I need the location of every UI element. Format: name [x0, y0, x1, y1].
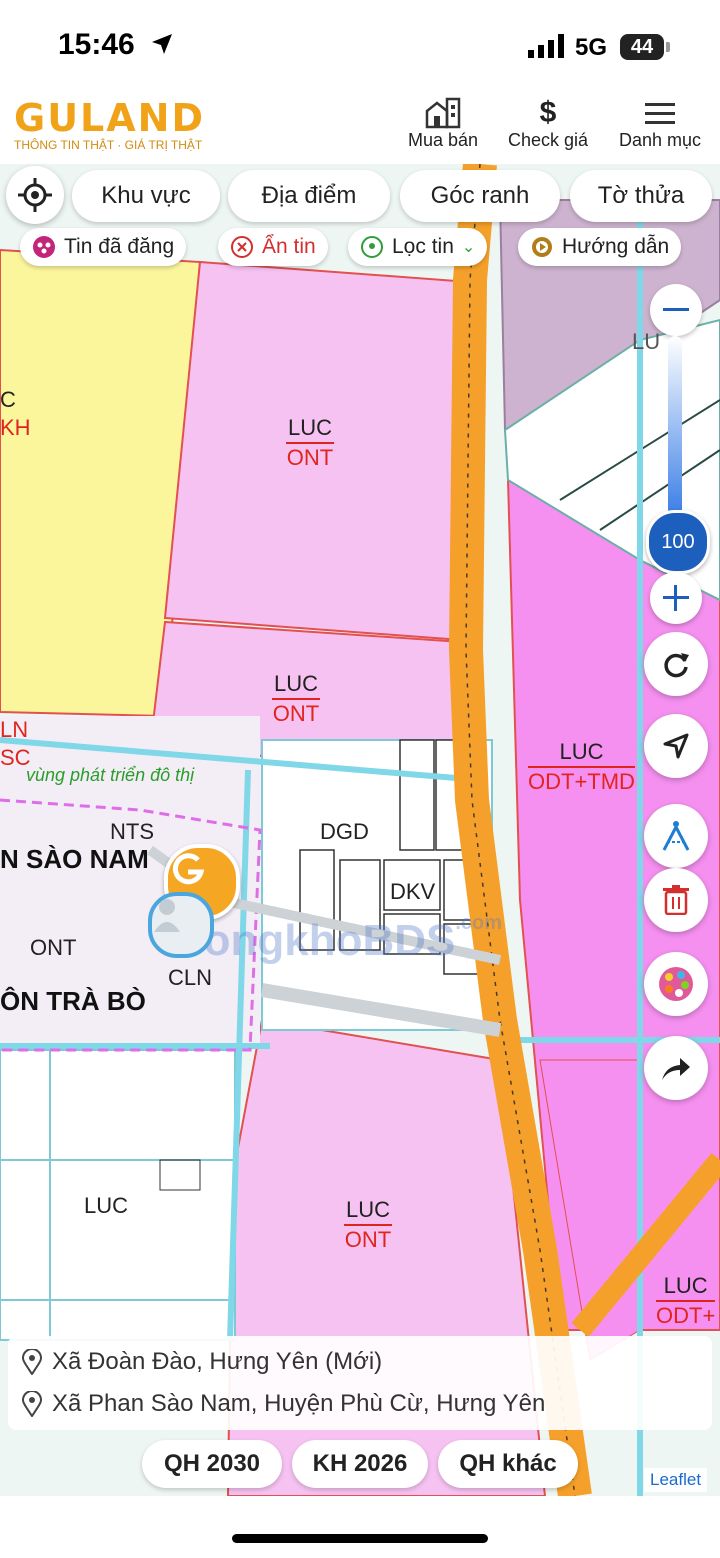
minus-icon [663, 308, 689, 311]
zoom-out-button[interactable] [650, 284, 702, 336]
navigation-arrow-icon [663, 733, 689, 759]
status-bar: 15:46 5G 44 [0, 0, 720, 88]
status-time: 15:46 [58, 28, 135, 61]
parcel-label-lu: LU [632, 329, 661, 354]
play-circle-icon [530, 235, 554, 259]
hamburger-icon [612, 96, 708, 130]
chip-dia-diem[interactable]: Địa điểm [228, 170, 390, 222]
leaflet-attribution[interactable]: Leaflet [644, 1468, 708, 1492]
network-type: 5G [575, 34, 608, 61]
location-arrow-icon [152, 34, 172, 54]
filter-posted[interactable]: Tin đã đăng [20, 228, 187, 266]
watermark-suffix: .com [455, 912, 503, 934]
filter-hide[interactable]: Ẩn tin [218, 228, 328, 266]
map-pin-icon [360, 235, 384, 259]
chip-goc-ranh[interactable]: Góc ranh [400, 170, 560, 222]
opacity-slider-knob[interactable]: 100 [646, 510, 710, 574]
parcel-label-left: C KH [0, 387, 31, 440]
logo[interactable]: GULAND THÔNG TIN THẬT · GIÁ TRỊ THẬT [14, 96, 205, 152]
signal-icon [528, 34, 564, 58]
share-button[interactable] [644, 1036, 708, 1100]
color-palette-button[interactable] [644, 952, 708, 1016]
home-bar [0, 1496, 720, 1558]
parcel-label-luc-bottom-left: LUC [84, 1193, 129, 1218]
parcel-label-ont-left: ONT [30, 935, 77, 960]
parcel-label-ln-sc: LN SC [0, 717, 31, 770]
dollar-icon: $ [539, 96, 557, 129]
chip-to-thua[interactable]: Tờ thửa [570, 170, 712, 222]
home-indicator[interactable] [232, 1534, 488, 1543]
filter-loc-tin-label: Lọc tin [392, 235, 454, 258]
app-header: GULAND THÔNG TIN THẬT · GIÁ TRỊ THẬT Mua… [0, 88, 720, 164]
parcel-label-luc-ont-1: LUC ONT [286, 415, 335, 470]
nav-check-price[interactable]: $ Check giá [500, 96, 596, 151]
building-icon [398, 96, 488, 130]
filter-guide[interactable]: Hướng dẫn [518, 228, 682, 266]
zoom-in-button[interactable] [650, 572, 702, 624]
filter-guide-label: Hướng dẫn [562, 235, 670, 258]
address-old-text: Xã Phan Sào Nam, Huyện Phù Cừ, Hưng Yên [52, 1390, 546, 1417]
address-new-text: Xã Đoàn Đào, Hưng Yên (Mới) [52, 1348, 383, 1375]
dev-zone-label: vùng phát triển đô thị [26, 765, 195, 785]
parcel-label-luc-odt-plus: LUC ODT+ [656, 1273, 716, 1328]
address-panel: Xã Đoàn Đào, Hưng Yên (Mới) Xã Phan Sào … [8, 1336, 712, 1430]
filter-hide-label: Ẩn tin [262, 235, 316, 258]
plus-icon [663, 585, 689, 611]
refresh-button[interactable] [644, 632, 708, 696]
user-avatar-marker-icon[interactable] [148, 892, 214, 958]
share-arrow-icon [662, 1058, 690, 1080]
parcel-label-luc-ont-3: LUC ONT [344, 1197, 393, 1252]
address-old: Xã Phan Sào Nam, Huyện Phù Cừ, Hưng Yên [22, 1390, 545, 1418]
nav-buy-sell-label: Mua bán [407, 130, 479, 150]
location-pin-icon [22, 1391, 42, 1417]
measure-button[interactable] [644, 804, 708, 868]
palette-face-icon [32, 235, 56, 259]
nav-buy-sell[interactable]: Mua bán [398, 96, 488, 151]
palette-icon [659, 967, 693, 1001]
location-pin-icon [22, 1349, 42, 1375]
parcel-label-nts: NTS [110, 819, 154, 844]
chip-khu-vuc[interactable]: Khu vực [72, 170, 220, 222]
plan-qh-khac[interactable]: QH khác [438, 1440, 578, 1488]
place-label-sao-nam: N SÀO NAM [0, 844, 149, 874]
refresh-icon [664, 653, 689, 678]
opacity-slider-track[interactable] [668, 336, 682, 516]
watermark-text: TongkhoBDS [180, 916, 456, 965]
battery-tip [666, 42, 670, 52]
logo-wordmark: GULAND [14, 96, 206, 140]
parcel-label-cln: CLN [168, 965, 213, 990]
battery-icon: 44 [620, 34, 664, 60]
compass-draw-icon [662, 821, 690, 851]
address-new: Xã Đoàn Đào, Hưng Yên (Mới) [22, 1348, 382, 1376]
planning-map[interactable]: TongkhoBDS.com LUC ONT LUC ONT LUC ONT L… [0, 164, 720, 1496]
parcel-label-dkv: DKV [390, 879, 436, 904]
filter-loc-tin[interactable]: Lọc tin ⌄ [348, 228, 488, 266]
watermark: TongkhoBDS.com [180, 912, 502, 966]
filter-posted-label: Tin đã đăng [64, 235, 175, 258]
place-label-tra-bo: ÔN TRÀ BÒ [0, 986, 146, 1016]
trash-icon [663, 885, 689, 915]
nav-check-price-label: Check giá [507, 130, 589, 150]
my-location-button[interactable] [6, 166, 64, 224]
chevron-down-icon: ⌄ [461, 239, 476, 256]
parcel-label-luc-ont-2: LUC ONT [272, 671, 321, 726]
parcel-label-luc-odt-tmd: LUC ODT+TMD [528, 739, 635, 794]
crosshair-icon [18, 178, 52, 212]
logo-tagline: THÔNG TIN THẬT · GIÁ TRỊ THẬT [14, 138, 203, 152]
plan-qh-2030[interactable]: QH 2030 [142, 1440, 282, 1488]
delete-button[interactable] [644, 868, 708, 932]
navigate-button[interactable] [644, 714, 708, 778]
parcel-label-dgd: DGD [320, 819, 369, 844]
plan-kh-2026[interactable]: KH 2026 [292, 1440, 428, 1488]
close-circle-icon [230, 235, 254, 259]
nav-menu[interactable]: Danh mục [612, 96, 708, 151]
nav-menu-label: Danh mục [618, 130, 702, 150]
